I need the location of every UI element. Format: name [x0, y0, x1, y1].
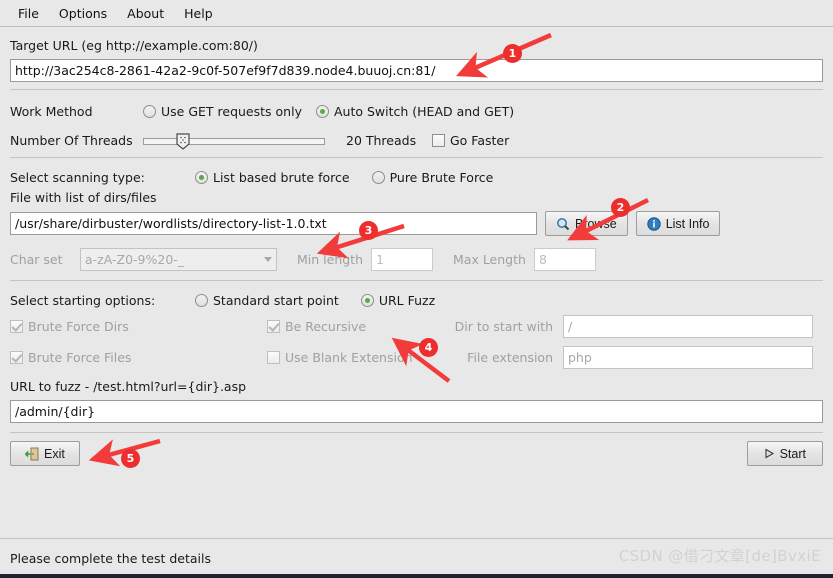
exit-button-label: Exit [44, 446, 65, 461]
slider-track [143, 137, 325, 145]
work-method-row: Work Method Use GET requests only Auto S… [10, 98, 823, 124]
scanning-type-label: Select scanning type: [10, 169, 145, 185]
radio-label-use-get-only: Use GET requests only [161, 103, 302, 119]
door-exit-icon [25, 447, 39, 460]
divider-3 [10, 280, 823, 281]
magnifier-icon [557, 217, 570, 230]
radio-icon-list-based [195, 170, 208, 184]
checkbox-icon-brute-force-files [10, 351, 23, 364]
divider-2 [10, 157, 823, 158]
start-button[interactable]: Start [746, 441, 823, 466]
start-button-label: Start [779, 446, 806, 461]
starting-options-row: Select starting options: Standard start … [10, 289, 823, 311]
min-length-input[interactable] [371, 247, 433, 271]
menu-item-file[interactable]: File [8, 2, 49, 25]
watermark: CSDN @借刁文章[de]BvxiE [618, 547, 821, 565]
main-panel: Target URL (eg http://example.com:80/) W… [0, 27, 833, 466]
radio-icon-auto-switch [315, 104, 329, 118]
menu-item-options[interactable]: Options [49, 2, 117, 25]
checkbox-label-brute-force-files: Brute Force Files [28, 350, 132, 365]
radio-url-fuzz[interactable]: URL Fuzz [360, 292, 436, 308]
browse-button-label: Browse [575, 216, 617, 231]
checkbox-go-faster[interactable]: Go Faster [432, 133, 509, 148]
radio-icon-url-fuzz [360, 293, 374, 307]
wordlist-label: File with list of dirs/files [10, 190, 157, 205]
slider-thumb[interactable] [176, 132, 190, 150]
divider-4 [10, 432, 823, 433]
exit-button[interactable]: Exit [10, 441, 80, 466]
radio-pure-brute-force[interactable]: Pure Brute Force [371, 169, 494, 185]
radio-list-based[interactable]: List based brute force [195, 170, 350, 185]
list-info-button-label: List Info [665, 216, 710, 231]
file-extension-input[interactable] [563, 346, 813, 369]
url-to-fuzz-input[interactable] [10, 400, 823, 423]
radio-label-standard-start-point: Standard start point [213, 292, 339, 308]
checkbox-icon-use-blank-extension [267, 351, 280, 364]
checkbox-icon-be-recursive [267, 320, 280, 333]
charset-label: Char set [10, 251, 63, 267]
threads-slider[interactable] [143, 131, 325, 151]
menu-item-help[interactable]: Help [174, 2, 223, 25]
threads-label: Number Of Threads [10, 133, 133, 148]
options-row-2: Brute Force Files Use Blank Extension Fi… [10, 342, 823, 373]
threads-row: Number Of Threads 20 Threads Go Faster [10, 124, 823, 157]
wordlist-row: Browse List Info [10, 211, 823, 236]
charset-row: Char set a-zA-Z0-9%20-_ Min length Max L… [10, 247, 823, 271]
divider-1 [10, 89, 823, 90]
browse-button[interactable]: Browse [545, 211, 628, 236]
list-info-button[interactable]: List Info [635, 211, 721, 236]
target-url-input[interactable] [10, 59, 823, 82]
starting-options-label: Select starting options: [10, 292, 156, 308]
dir-to-start-label: Dir to start with [454, 319, 553, 334]
checkbox-label-be-recursive: Be Recursive [285, 319, 367, 334]
checkbox-label-go-faster: Go Faster [450, 133, 510, 148]
play-triangle-icon [765, 448, 774, 459]
checkbox-use-blank-extension[interactable]: Use Blank Extension [267, 350, 453, 365]
min-length-label: Min length [297, 251, 363, 267]
options-row-1: Brute Force Dirs Be Recursive Dir to sta… [10, 311, 823, 342]
checkbox-icon-brute-force-dirs [10, 320, 23, 333]
checkbox-label-use-blank-extension: Use Blank Extension [285, 350, 413, 365]
max-length-input[interactable] [533, 247, 596, 271]
radio-label-url-fuzz: URL Fuzz [378, 292, 436, 308]
target-url-label: Target URL (eg http://example.com:80/) [10, 38, 258, 53]
bottom-strip [0, 574, 833, 578]
checkbox-label-brute-force-dirs: Brute Force Dirs [28, 319, 129, 334]
work-method-label: Work Method [10, 103, 93, 119]
url-to-fuzz-label: URL to fuzz - /test.html?url={dir}.asp [10, 379, 247, 394]
radio-icon-standard-start-point [195, 293, 208, 307]
radio-auto-switch[interactable]: Auto Switch (HEAD and GET) [315, 103, 515, 119]
status-message: Please complete the test details [10, 551, 212, 566]
wordlist-input[interactable] [10, 212, 537, 235]
checkbox-be-recursive[interactable]: Be Recursive [267, 319, 453, 334]
checkbox-icon-go-faster [432, 134, 445, 147]
radio-use-get-only[interactable]: Use GET requests only [143, 104, 302, 119]
info-circle-icon [646, 216, 661, 231]
radio-label-list-based: List based brute force [213, 169, 350, 185]
dir-to-start-input[interactable] [563, 315, 813, 338]
chevron-down-icon [264, 256, 272, 262]
threads-value-label: 20 Threads [346, 133, 417, 148]
menu-bar: File Options About Help [0, 0, 833, 27]
checkbox-brute-force-files[interactable]: Brute Force Files [10, 350, 267, 365]
radio-label-auto-switch: Auto Switch (HEAD and GET) [333, 103, 515, 119]
radio-icon-use-get-only [143, 104, 156, 118]
file-extension-label: File extension [467, 350, 553, 365]
radio-icon-pure-brute-force [371, 170, 385, 184]
charset-combo-value: a-zA-Z0-9%20-_ [85, 251, 185, 267]
max-length-label: Max Length [453, 251, 526, 267]
footer-buttons: Exit Start [10, 441, 823, 466]
radio-standard-start-point[interactable]: Standard start point [195, 293, 339, 308]
menu-item-about[interactable]: About [117, 2, 174, 25]
charset-combo[interactable]: a-zA-Z0-9%20-_ [80, 247, 277, 271]
checkbox-brute-force-dirs[interactable]: Brute Force Dirs [10, 319, 267, 334]
radio-label-pure-brute-force: Pure Brute Force [389, 169, 494, 185]
scanning-type-row: Select scanning type: List based brute f… [10, 166, 823, 188]
